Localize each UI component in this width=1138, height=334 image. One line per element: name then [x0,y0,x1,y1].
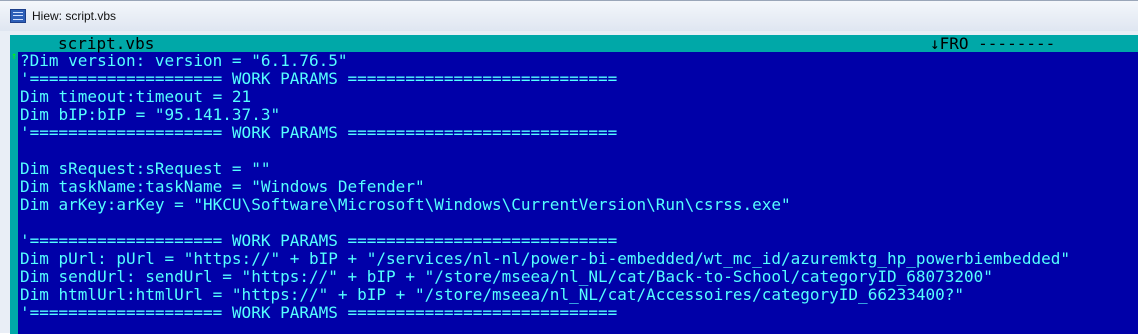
title-bar[interactable]: Hiew: script.vbs [0,1,1138,31]
code-line[interactable]: Dim taskName:taskName = "Windows Defende… [20,178,1138,196]
code-line[interactable]: '==================== WORK PARAMS ======… [20,232,1138,250]
window-title: Hiew: script.vbs [32,9,117,23]
hiew-window: Hiew: script.vbs script.vbs ↓FRO -------… [0,0,1138,334]
status-mode: ↓FRO -------- [930,35,1056,53]
code-line[interactable]: Dim sendUrl: sendUrl = "https://" + bIP … [20,268,1138,286]
status-bar: script.vbs ↓FRO -------- [10,35,1138,53]
code-line[interactable]: '==================== WORK PARAMS ======… [20,124,1138,142]
console-area[interactable]: script.vbs ↓FRO -------- ↑ ?Dim version:… [10,35,1138,334]
code-line[interactable]: '==================== WORK PARAMS ======… [20,304,1138,322]
code-line[interactable]: Dim bIP:bIP = "95.141.37.3" [20,106,1138,124]
code-line[interactable] [20,214,1138,232]
code-line[interactable]: Dim timeout:timeout = 21 [20,88,1138,106]
code-line[interactable]: Dim arKey:arKey = "HKCU\Software\Microso… [20,196,1138,214]
code-line[interactable]: Dim pUrl: pUrl = "https://" + bIP + "/se… [20,250,1138,268]
scrollbar[interactable]: ↑ [10,52,18,334]
code-line[interactable]: ?Dim version: version = "6.1.76.5" [20,52,1138,70]
code-line[interactable]: '==================== WORK PARAMS ======… [20,70,1138,88]
code-listing[interactable]: ?Dim version: version = "6.1.76.5" '=====… [20,52,1138,322]
hiew-app-icon[interactable] [10,9,26,23]
scroll-up-arrow-icon[interactable]: ↑ [10,52,18,62]
code-line[interactable]: Dim htmlUrl:htmlUrl = "https://" + bIP +… [20,286,1138,304]
code-line[interactable]: Dim sRequest:sRequest = "" [20,160,1138,178]
code-line[interactable] [20,142,1138,160]
